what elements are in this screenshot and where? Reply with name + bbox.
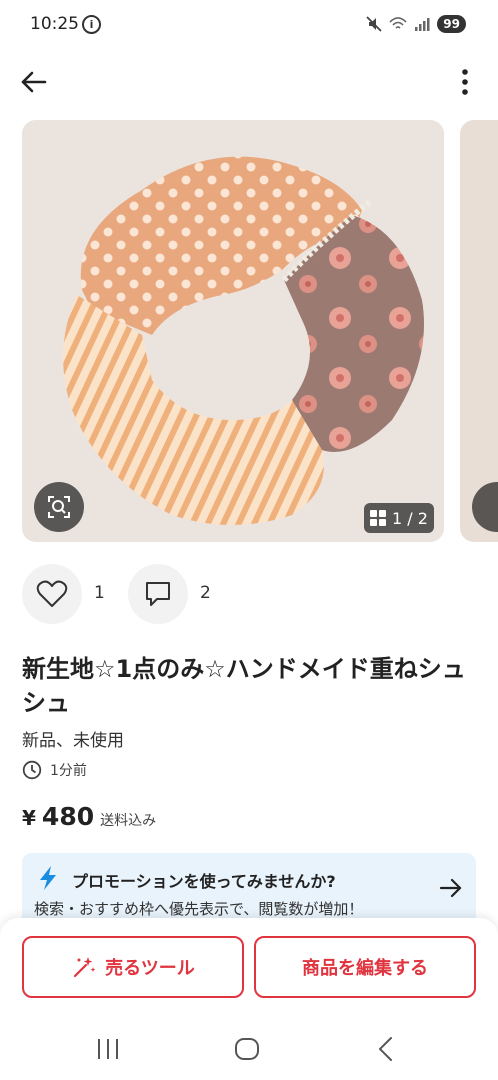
image-search-button[interactable]: [34, 482, 84, 532]
item-condition: 新品、未使用: [22, 731, 124, 751]
heart-icon: [36, 580, 68, 607]
shipping-label: 送料込み: [100, 813, 157, 829]
edit-item-button[interactable]: 商品を編集する: [254, 936, 476, 998]
like-button[interactable]: [22, 564, 82, 624]
comment-icon: [146, 582, 170, 606]
magic-wand-icon: [74, 957, 96, 978]
posted-time-text: 1分前: [50, 763, 87, 779]
status-bar: 10:25 i 99: [0, 0, 498, 52]
sell-tools-button[interactable]: 売るツール: [22, 936, 244, 998]
price-value: 480: [41, 802, 95, 831]
status-icons: 99: [365, 15, 466, 33]
status-time: 10:25: [30, 14, 79, 34]
system-nav-bar: [0, 1018, 498, 1080]
reaction-row: 1 2: [22, 564, 482, 624]
lightning-icon: [40, 866, 56, 890]
comment-button[interactable]: [128, 564, 188, 624]
promotion-title: プロモーションを使ってみませんか?: [72, 872, 336, 891]
image-search-icon: [48, 496, 70, 518]
page-indicator-text: 1 / 2: [392, 508, 428, 528]
info-icon: i: [82, 15, 101, 34]
nav-back-icon[interactable]: [374, 1035, 398, 1063]
back-arrow-icon[interactable]: [18, 66, 50, 98]
price-row: ¥ 480 送料込み: [22, 802, 156, 831]
promotion-description: 検索・おすすめ枠へ優先表示で、閲覧数が増加！: [34, 900, 364, 918]
battery-indicator: 99: [437, 15, 466, 33]
posted-time: 1分前: [22, 760, 87, 780]
home-icon[interactable]: [234, 1037, 260, 1061]
like-count: 1: [94, 583, 105, 603]
more-vertical-icon[interactable]: [450, 66, 480, 98]
next-photo-preview[interactable]: [460, 120, 498, 542]
sell-tools-label: 売るツール: [105, 958, 195, 979]
grid-icon: [370, 510, 387, 526]
scrunchie-illustration: [22, 120, 444, 542]
comment-count: 2: [200, 583, 211, 603]
price-currency: ¥: [22, 806, 36, 830]
page-indicator: 1 / 2: [364, 503, 434, 533]
product-title: 新生地☆1点のみ☆ハンドメイド重ねシュシュ: [22, 655, 466, 717]
recent-apps-icon[interactable]: [94, 1036, 122, 1062]
product-photo[interactable]: [22, 120, 444, 542]
image-carousel[interactable]: 1 / 2: [0, 118, 498, 542]
signal-icon: [415, 18, 430, 31]
action-panel: 売るツール 商品を編集する: [0, 918, 498, 1018]
app-bar: [0, 52, 498, 110]
arrow-right-icon[interactable]: [438, 875, 464, 901]
mute-icon: [366, 16, 382, 32]
wifi-icon: [389, 17, 407, 29]
clock-icon: [22, 760, 42, 780]
edit-item-label: 商品を編集する: [302, 958, 428, 979]
